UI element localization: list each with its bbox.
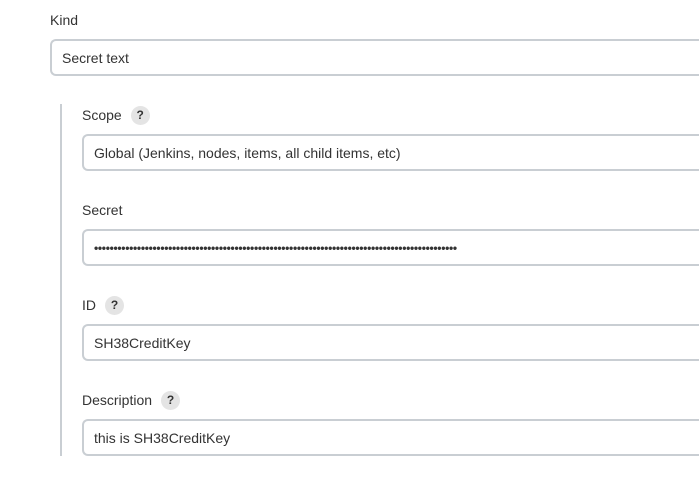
kind-select-value: Secret text — [62, 49, 129, 66]
id-input[interactable]: SH38CreditKey — [82, 324, 699, 361]
description-input-value: this is SH38CreditKey — [94, 429, 231, 446]
description-label-text: Description — [82, 392, 153, 408]
id-input-value: SH38CreditKey — [94, 334, 191, 351]
kind-select[interactable]: Secret text — [50, 39, 699, 76]
scope-label: Scope ? — [82, 105, 150, 125]
description-input[interactable]: this is SH38CreditKey — [82, 419, 699, 456]
secret-input-value: ••••••••••••••••••••••••••••••••••••••••… — [94, 240, 457, 255]
description-help-icon[interactable]: ? — [161, 390, 181, 410]
scope-select[interactable]: Global (Jenkins, nodes, items, all child… — [82, 134, 699, 171]
id-help-icon[interactable]: ? — [105, 295, 124, 315]
credentials-form: Kind Secret text Scope ? Global (Jenkins… — [0, 0, 699, 477]
description-label: Description ? — [82, 390, 181, 410]
secret-label-text: Secret — [82, 202, 123, 218]
scope-label-text: Scope — [82, 107, 122, 123]
scope-help-icon[interactable]: ? — [130, 105, 150, 125]
kind-label-text: Kind — [50, 12, 79, 28]
id-label: ID ? — [82, 295, 124, 315]
nested-section-bar — [60, 104, 62, 456]
secret-input[interactable]: ••••••••••••••••••••••••••••••••••••••••… — [82, 229, 699, 266]
scope-select-value: Global (Jenkins, nodes, items, all child… — [94, 144, 401, 161]
id-label-text: ID — [82, 297, 96, 313]
kind-label: Kind — [50, 10, 78, 30]
secret-label: Secret — [82, 200, 122, 220]
